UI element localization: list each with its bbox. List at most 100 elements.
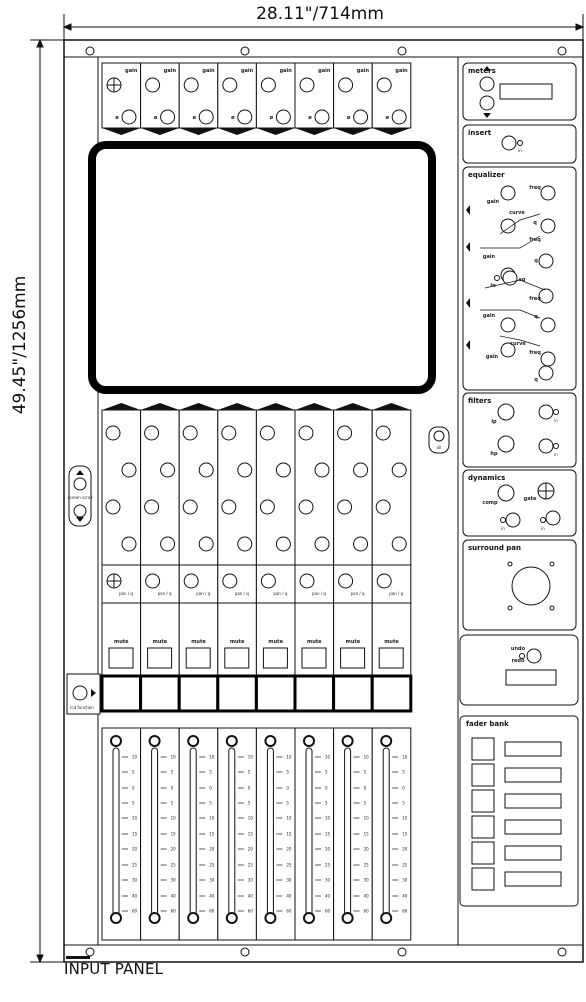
rotary-knob[interactable] — [298, 499, 314, 515]
mute-button[interactable] — [185, 647, 211, 669]
rotary-knob[interactable] — [182, 499, 198, 515]
phase-button[interactable] — [160, 109, 176, 125]
gain-knob[interactable] — [260, 77, 276, 93]
hp-knob[interactable] — [497, 435, 515, 453]
fader-bank-button[interactable] — [471, 789, 495, 813]
all-button[interactable]: all — [428, 426, 450, 454]
rotary-knob[interactable] — [353, 536, 369, 552]
gain-knob[interactable] — [299, 77, 315, 93]
rotary-knob[interactable] — [391, 536, 407, 552]
fader-cap-top[interactable] — [187, 735, 200, 747]
eq-knob[interactable] — [538, 288, 554, 304]
rotary-knob[interactable] — [375, 425, 391, 441]
mute-button[interactable] — [147, 647, 173, 669]
mute-button[interactable] — [301, 647, 327, 669]
phase-button[interactable] — [121, 109, 137, 125]
pan-knob[interactable] — [376, 573, 392, 589]
eq-knob[interactable] — [538, 253, 554, 269]
rotary-knob[interactable] — [314, 536, 330, 552]
eq-knob[interactable] — [540, 351, 556, 367]
rotary-knob[interactable] — [275, 462, 291, 478]
pan-knob[interactable] — [183, 573, 199, 589]
rotary-knob[interactable] — [353, 462, 369, 478]
rotary-knob[interactable] — [182, 425, 198, 441]
undo-redo-button[interactable] — [526, 648, 542, 664]
phase-button[interactable] — [275, 109, 291, 125]
rotary-knob[interactable] — [198, 536, 214, 552]
pan-knob[interactable] — [338, 573, 354, 589]
touch-screen[interactable] — [88, 141, 436, 394]
gain-knob[interactable] — [183, 77, 199, 93]
pan-knob[interactable] — [260, 573, 276, 589]
fader-cap-top[interactable] — [225, 735, 238, 747]
fader-cap-top[interactable] — [341, 735, 354, 747]
rotary-knob[interactable] — [314, 462, 330, 478]
mute-button[interactable] — [108, 647, 134, 669]
pan-knob[interactable] — [145, 573, 161, 589]
pan-knob[interactable] — [299, 573, 315, 589]
phase-button[interactable] — [198, 109, 214, 125]
rotary-knob[interactable] — [121, 536, 137, 552]
phase-button[interactable] — [391, 109, 407, 125]
phase-button[interactable] — [237, 109, 253, 125]
pan-knob[interactable] — [222, 573, 238, 589]
rotary-knob[interactable] — [221, 499, 237, 515]
insert-in-button[interactable] — [501, 135, 517, 151]
phase-button[interactable] — [353, 109, 369, 125]
fader-cap-top[interactable] — [110, 735, 122, 747]
gain-knob[interactable] — [222, 77, 238, 93]
fader-bank-button[interactable] — [471, 867, 495, 891]
fader-cap-top[interactable] — [264, 735, 277, 747]
rotary-knob[interactable] — [105, 425, 121, 441]
lcd-function-control[interactable]: lcd function — [66, 673, 101, 715]
mute-button[interactable] — [262, 647, 288, 669]
rotary-knob[interactable] — [337, 425, 353, 441]
gain-knob[interactable] — [338, 77, 354, 93]
fader-bank-button[interactable] — [471, 841, 495, 865]
fader-bank-button[interactable] — [471, 737, 495, 761]
rotary-knob[interactable] — [337, 499, 353, 515]
rotary-knob[interactable] — [275, 536, 291, 552]
eq-knob[interactable] — [540, 218, 556, 234]
gain-knob[interactable] — [376, 77, 392, 93]
rotary-knob[interactable] — [144, 425, 160, 441]
phase-button[interactable] — [314, 109, 330, 125]
hp-in-button[interactable] — [538, 438, 554, 454]
eq-knob[interactable] — [500, 185, 516, 201]
eq-knob[interactable] — [540, 185, 556, 201]
rotary-knob[interactable] — [160, 536, 176, 552]
rotary-knob[interactable] — [144, 499, 160, 515]
eq-in-button[interactable] — [502, 270, 518, 286]
mute-button[interactable] — [340, 647, 366, 669]
eq-knob[interactable] — [500, 317, 516, 333]
rotary-knob[interactable] — [237, 462, 253, 478]
fader-cap-top[interactable] — [148, 735, 161, 747]
rotary-knob[interactable] — [160, 462, 176, 478]
rotary-knob[interactable] — [298, 425, 314, 441]
comp-in-button[interactable] — [505, 512, 521, 528]
rotary-knob[interactable] — [121, 462, 137, 478]
gain-knob[interactable] — [145, 77, 161, 93]
fader-cap-top[interactable] — [380, 735, 393, 747]
surround-joystick[interactable] — [511, 566, 551, 606]
rotary-knob[interactable] — [259, 499, 275, 515]
rotary-knob[interactable] — [375, 499, 391, 515]
eq-knob[interactable] — [538, 365, 554, 381]
rotary-knob[interactable] — [198, 462, 214, 478]
screen-scroll-control[interactable]: screen scroll — [67, 465, 93, 527]
fader-bank-button[interactable] — [471, 815, 495, 839]
fader-bank-button[interactable] — [471, 763, 495, 787]
lp-knob[interactable] — [497, 403, 515, 421]
rotary-knob[interactable] — [391, 462, 407, 478]
lp-in-button[interactable] — [538, 404, 554, 420]
fader-cap-top[interactable] — [303, 735, 315, 747]
rotary-knob[interactable] — [259, 425, 275, 441]
mute-button[interactable] — [378, 647, 404, 669]
comp-knob[interactable] — [497, 484, 515, 502]
meters-down-knob[interactable] — [479, 95, 495, 111]
eq-knob[interactable] — [500, 218, 516, 234]
meters-up-knob[interactable] — [479, 76, 495, 92]
gate-in-button[interactable] — [545, 510, 561, 526]
rotary-knob[interactable] — [221, 425, 237, 441]
mute-button[interactable] — [224, 647, 250, 669]
